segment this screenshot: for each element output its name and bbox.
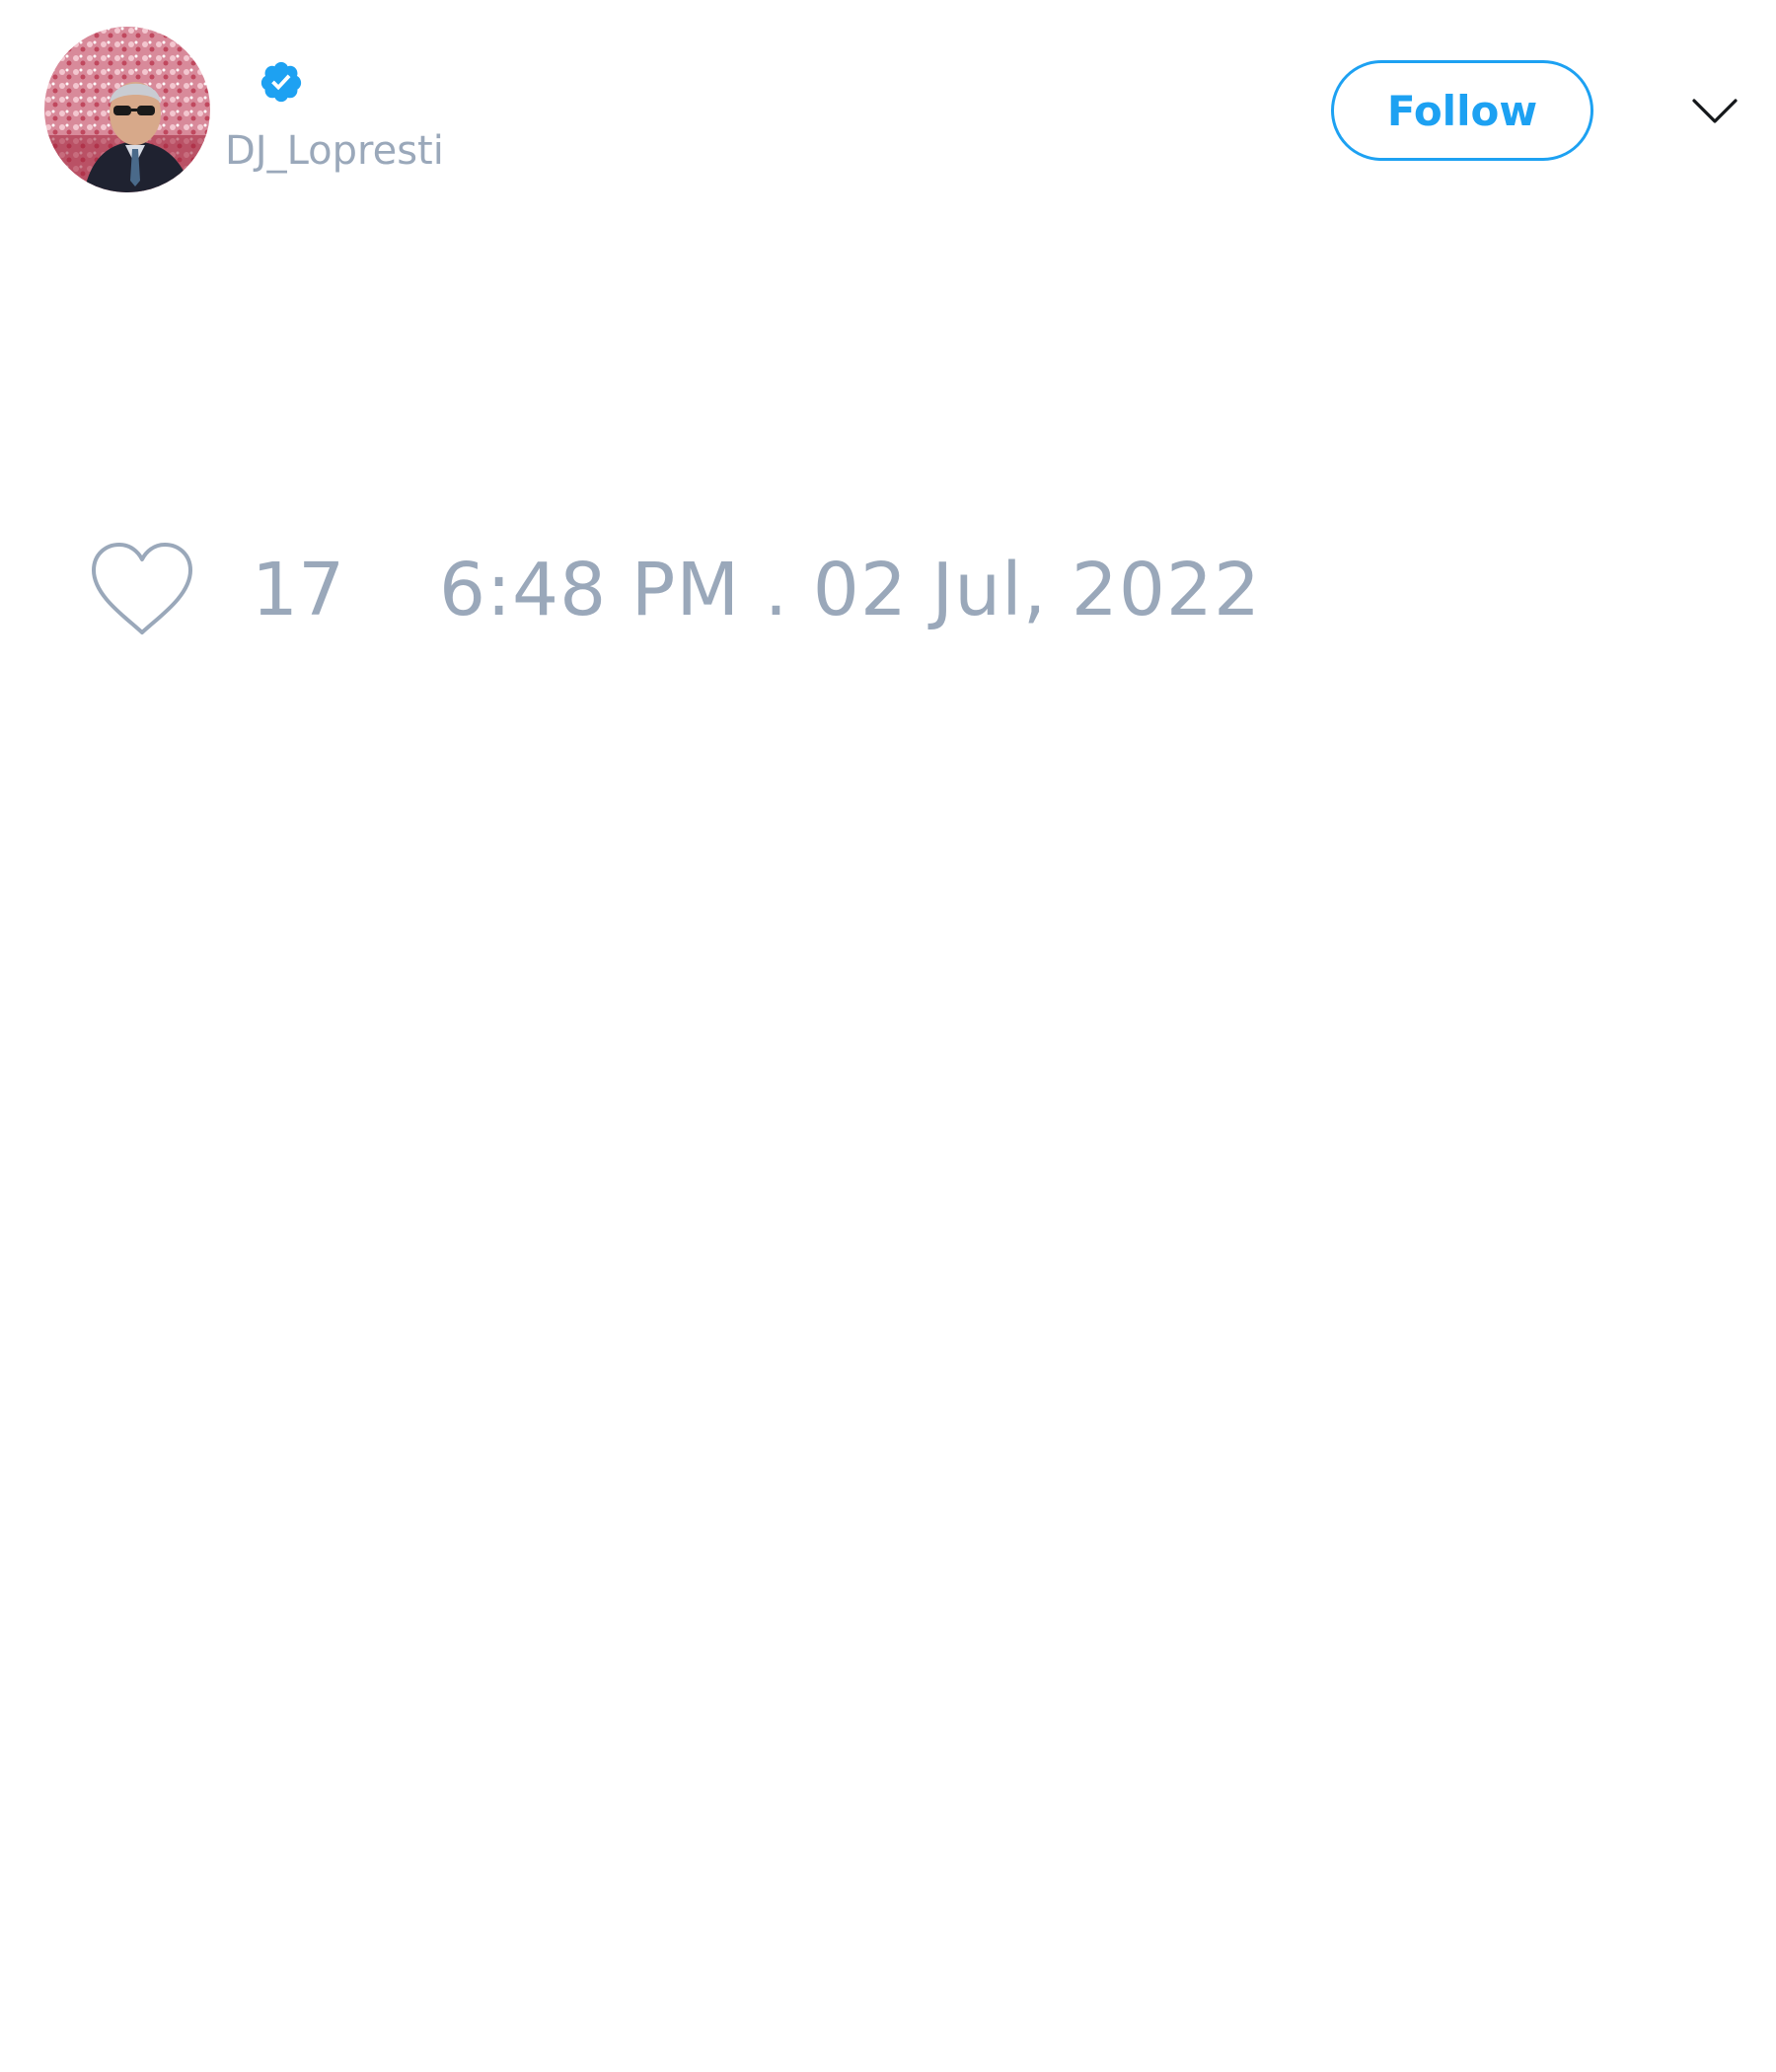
author-handle[interactable]: DJ_Lopresti: [225, 124, 444, 178]
tweet-timestamp[interactable]: 6:48 PM . 02 Jul, 2022: [439, 546, 1261, 634]
tweet-card: DJ_Lopresti Follow 17 6:48 PM . 02 Jul, …: [0, 0, 1776, 2072]
chevron-down-icon[interactable]: [1690, 87, 1739, 136]
avatar[interactable]: [44, 27, 210, 192]
verified-badge-icon: [259, 59, 304, 105]
like-count: 17: [252, 548, 345, 632]
heart-outline-icon[interactable]: [89, 541, 195, 637]
follow-button[interactable]: Follow: [1331, 60, 1593, 161]
avatar-image: [44, 27, 210, 192]
